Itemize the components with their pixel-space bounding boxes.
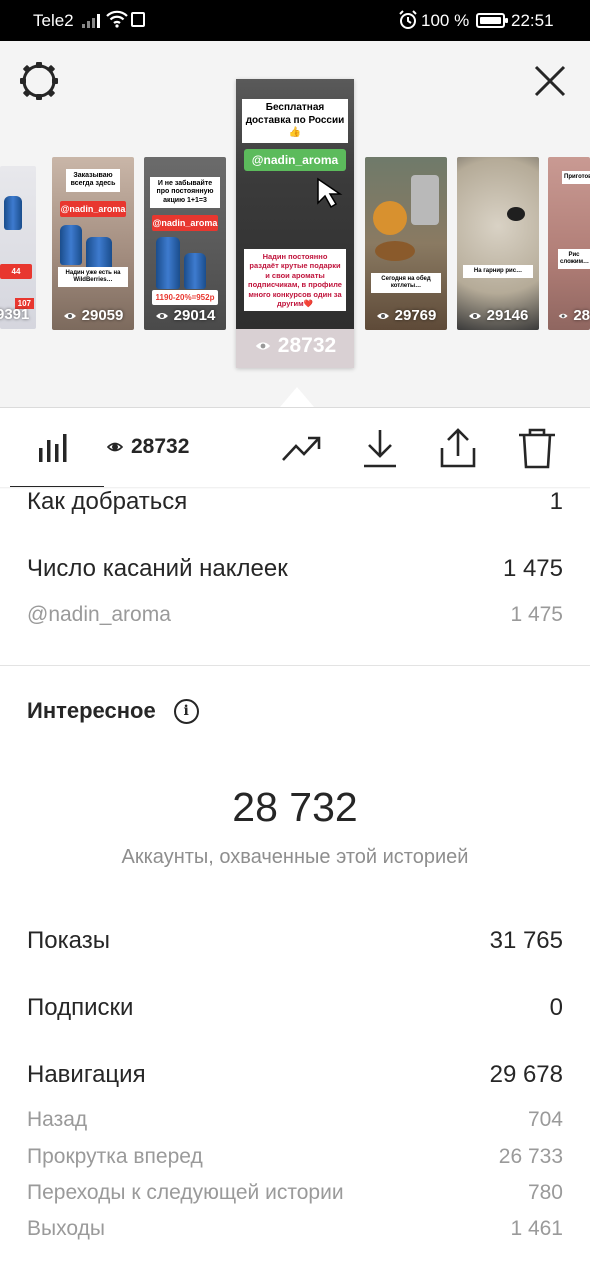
story-thumbnail[interactable]: Заказываю всегда здесь @nadin_aroma Нади…: [52, 157, 134, 330]
section-divider: [0, 665, 590, 666]
battery-icon: [476, 13, 508, 28]
signal-icon: [82, 12, 100, 28]
stat-value: 29 678: [489, 1061, 563, 1088]
wifi-icon: [106, 10, 128, 28]
reach-count: 28 732: [232, 784, 358, 830]
story-views: 29059: [81, 307, 124, 324]
story-thumbnail[interactable]: Приготовить… Рис сложим… 28: [548, 157, 590, 330]
eye-icon: [376, 312, 389, 319]
stat-label: Показы: [27, 927, 110, 954]
stat-label: Как добраться: [27, 488, 188, 515]
stat-value: 31 765: [489, 927, 563, 954]
views-count-value: 28732: [131, 435, 190, 458]
stat-label: Выходы: [27, 1217, 105, 1240]
story-thumbnail-selected[interactable]: Бесплатная доставка по России👍 @nadin_ar…: [236, 79, 354, 368]
stat-label: Прокрутка вперед: [27, 1145, 203, 1168]
section-title-discovery: Интересное i: [27, 698, 199, 724]
reach-label: Аккаунты, охваченные этой историей: [121, 846, 469, 868]
eye-icon: [255, 342, 270, 350]
stat-row-next-story: Переходы к следующей истории 780: [27, 1181, 563, 1205]
stat-row-back: Назад 704: [27, 1108, 563, 1132]
trash-icon[interactable]: [515, 426, 559, 470]
stat-row-mention: @nadin_aroma 1 475: [27, 603, 563, 627]
story-caption: Надин постоянно раздаёт крутые подарки и…: [244, 249, 346, 312]
stat-row-sticker-taps: Число касаний наклеек 1 475: [27, 555, 563, 583]
eye-icon: [107, 442, 123, 452]
story-caption: И не забывайте про постоянную акцию 1+1=…: [150, 177, 220, 209]
story-caption: Заказываю всегда здесь: [66, 169, 120, 192]
story-views: 28: [573, 307, 590, 324]
story-mention-tag: @nadin_aroma: [152, 215, 218, 231]
share-icon[interactable]: [436, 426, 480, 470]
stat-row-follows: Подписки 0: [27, 994, 563, 1022]
story-headline: Бесплатная доставка по России👍: [242, 99, 348, 143]
stat-label: Навигация: [27, 1061, 146, 1088]
story-mention-tag: @nadin_aroma: [244, 149, 346, 171]
carrier-label: Tele2: [33, 11, 74, 30]
alarm-icon: [399, 10, 417, 29]
cursor-arrow-icon: [317, 177, 343, 209]
stat-label: Назад: [27, 1108, 88, 1131]
story-thumbnail[interactable]: И не забывайте про постоянную акцию 1+1=…: [144, 157, 226, 330]
tab-insights[interactable]: [0, 408, 104, 488]
stat-label: Число касаний наклеек: [27, 555, 288, 582]
stat-label: Переходы к следующей истории: [27, 1181, 344, 1204]
story-views: 28732: [277, 334, 337, 357]
section-title-text: Интересное: [27, 698, 156, 723]
eye-icon: [155, 312, 168, 319]
bar-chart-icon: [39, 434, 67, 462]
story-thumbnail[interactable]: Сегодня на обед котлеты… 29769: [365, 157, 447, 330]
stat-row-forward: Прокрутка вперед 26 733: [27, 1145, 563, 1169]
stat-value: 704: [527, 1108, 563, 1131]
stat-value: 26 733: [498, 1145, 563, 1168]
notification-icon: [131, 12, 145, 27]
stat-row-navigation: Навигация 29 678: [27, 1061, 563, 1089]
battery-percent: 100 %: [421, 11, 470, 30]
story-mention-tag: @nadin_aroma: [60, 201, 126, 217]
stat-value: 1 461: [510, 1217, 563, 1240]
promote-trend-icon[interactable]: [280, 426, 324, 470]
stat-label: @nadin_aroma: [27, 603, 171, 626]
clock: 22:51: [511, 11, 554, 30]
story-thumbnail[interactable]: 44 107 9391: [0, 166, 36, 329]
eye-icon: [63, 312, 76, 319]
stat-row-impressions: Показы 31 765: [27, 927, 563, 955]
story-views: 29014: [173, 307, 216, 324]
eye-icon: [558, 313, 568, 318]
stat-row-directions: Как добраться 1: [27, 488, 563, 516]
close-icon[interactable]: [530, 61, 570, 101]
stat-value: 1: [549, 488, 563, 515]
stat-value: 780: [527, 1181, 563, 1204]
views-count: 28732: [107, 435, 189, 459]
stat-value: 1 475: [510, 603, 563, 626]
stat-label: Подписки: [27, 994, 134, 1021]
story-thumbnail[interactable]: На гарнир рис… 29146: [457, 157, 539, 330]
stat-value: 1 475: [502, 555, 563, 582]
story-views: 9391: [0, 306, 30, 323]
eye-icon: [468, 312, 481, 319]
settings-icon[interactable]: [17, 59, 61, 103]
story-toolbar: 28732: [0, 407, 590, 488]
story-views: 29146: [486, 307, 529, 324]
story-promo: 1190-20%=952р: [152, 290, 218, 305]
status-bar: Tele2 100 % 22:51: [0, 0, 590, 41]
stat-value: 0: [549, 994, 563, 1021]
story-views: 29769: [394, 307, 437, 324]
download-icon[interactable]: [358, 426, 402, 470]
selection-pointer: [280, 387, 314, 407]
stat-row-exited: Выходы 1 461: [27, 1217, 563, 1241]
info-icon[interactable]: i: [173, 698, 199, 724]
